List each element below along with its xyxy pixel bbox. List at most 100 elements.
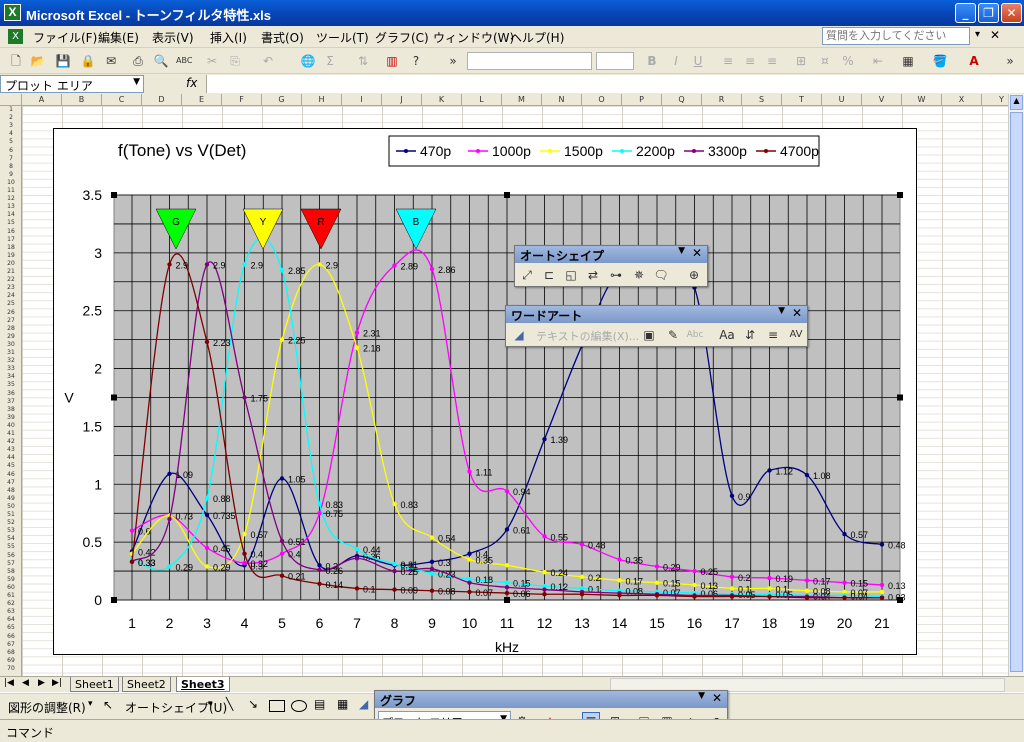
font-select[interactable] bbox=[467, 52, 592, 70]
chevron-down-icon[interactable]: ▾ bbox=[88, 699, 93, 709]
row-header[interactable]: 68 bbox=[0, 649, 22, 657]
row-header[interactable]: 63 bbox=[0, 608, 22, 616]
row-header[interactable]: 65 bbox=[0, 624, 22, 632]
adjust-shapes-menu[interactable]: 図形の調整(R) bbox=[8, 699, 86, 716]
next-sheet-icon[interactable]: ▶ bbox=[38, 678, 45, 688]
edit-text-button[interactable]: テキストの編集(X)... bbox=[536, 328, 639, 344]
row-header[interactable]: 25 bbox=[0, 300, 22, 308]
close-icon[interactable]: ✕ bbox=[692, 246, 702, 260]
column-header-m[interactable]: M bbox=[502, 94, 542, 106]
column-header-j[interactable]: J bbox=[382, 94, 422, 106]
help-search-input[interactable] bbox=[822, 27, 970, 45]
menu-help[interactable]: ヘルプ(H) bbox=[510, 29, 564, 46]
column-header-t[interactable]: T bbox=[782, 94, 822, 106]
row-header[interactable]: 55 bbox=[0, 543, 22, 551]
row-header[interactable]: 47 bbox=[0, 479, 22, 487]
row-header[interactable]: 10 bbox=[0, 179, 22, 187]
close-button[interactable]: ✕ bbox=[1001, 3, 1022, 23]
menu-chart[interactable]: グラフ(C) bbox=[375, 29, 429, 46]
fill-color-icon[interactable]: 🪣 bbox=[932, 53, 948, 69]
scroll-up-icon[interactable]: ▲ bbox=[1010, 95, 1023, 110]
doc-close-icon[interactable]: ✕ bbox=[990, 28, 1000, 42]
row-header[interactable]: 49 bbox=[0, 495, 22, 503]
spelling-icon[interactable]: ABC bbox=[176, 53, 192, 69]
row-header[interactable]: 37 bbox=[0, 398, 22, 406]
first-sheet-icon[interactable]: |◀ bbox=[4, 678, 14, 688]
row-header[interactable]: 64 bbox=[0, 616, 22, 624]
insert-diagram-icon[interactable]: ▦ bbox=[337, 697, 348, 711]
row-header[interactable]: 30 bbox=[0, 341, 22, 349]
column-header-u[interactable]: U bbox=[822, 94, 862, 106]
chevron-down-icon[interactable]: ▾ bbox=[975, 29, 980, 40]
column-header-h[interactable]: H bbox=[302, 94, 342, 106]
column-header-r[interactable]: R bbox=[702, 94, 742, 106]
row-header[interactable]: 23 bbox=[0, 284, 22, 292]
row-header[interactable]: 52 bbox=[0, 519, 22, 527]
row-header[interactable]: 50 bbox=[0, 503, 22, 511]
menu-window[interactable]: ウィンドウ(W) bbox=[433, 29, 514, 46]
row-header[interactable]: 22 bbox=[0, 276, 22, 284]
underline-icon[interactable]: U bbox=[690, 53, 706, 69]
font-color-icon[interactable]: A bbox=[966, 53, 982, 69]
row-header[interactable]: 31 bbox=[0, 349, 22, 357]
row-header[interactable]: 16 bbox=[0, 228, 22, 236]
character-spacing-icon[interactable]: AV bbox=[787, 326, 805, 344]
align-right-icon[interactable]: ≡ bbox=[764, 53, 780, 69]
oval-icon[interactable] bbox=[291, 700, 307, 712]
format-wordart-icon[interactable]: ✎ bbox=[664, 326, 682, 344]
column-header-x[interactable]: X bbox=[942, 94, 982, 106]
row-header[interactable]: 57 bbox=[0, 560, 22, 568]
row-header[interactable]: 33 bbox=[0, 365, 22, 373]
column-header-d[interactable]: D bbox=[142, 94, 182, 106]
column-header-o[interactable]: O bbox=[582, 94, 622, 106]
row-header[interactable]: 28 bbox=[0, 325, 22, 333]
row-header[interactable]: 62 bbox=[0, 600, 22, 608]
row-header[interactable]: 13 bbox=[0, 203, 22, 211]
column-header-g[interactable]: G bbox=[262, 94, 302, 106]
chart-svg[interactable]: 00.511.522.533.51 2 3 4 5 6 7 8 9 10 11 12 13 14 15 16 1… bbox=[54, 129, 918, 656]
sheet-tab-2[interactable]: Sheet2 bbox=[122, 677, 171, 692]
column-header-p[interactable]: P bbox=[622, 94, 662, 106]
row-header[interactable]: 70 bbox=[0, 665, 22, 673]
menu-file[interactable]: ファイル(F) bbox=[33, 29, 97, 46]
row-header[interactable]: 53 bbox=[0, 527, 22, 535]
sort-icon[interactable]: ⇅ bbox=[355, 53, 371, 69]
row-header[interactable]: 34 bbox=[0, 373, 22, 381]
textbox-icon[interactable]: ▤ bbox=[314, 697, 325, 711]
row-header[interactable]: 3 bbox=[0, 122, 22, 130]
permission-icon[interactable]: 🔒 bbox=[80, 53, 96, 69]
autoshape-toolbar-header[interactable]: オートシェイプ ▼ ✕ bbox=[515, 246, 707, 263]
row-header[interactable]: 45 bbox=[0, 462, 22, 470]
wordart-toolbar-header[interactable]: ワードアート ▼ ✕ bbox=[506, 306, 807, 323]
font-size-select[interactable] bbox=[596, 52, 634, 70]
row-header[interactable]: 9 bbox=[0, 171, 22, 179]
column-header-b[interactable]: B bbox=[62, 94, 102, 106]
row-header[interactable]: 2 bbox=[0, 114, 22, 122]
menu-format[interactable]: 書式(O) bbox=[261, 29, 304, 46]
wordart-toolbar[interactable]: ワードアート ▼ ✕ ◢ テキストの編集(X)... ▣ ✎ Abc Aa ⇵ … bbox=[505, 305, 808, 347]
row-header[interactable]: 43 bbox=[0, 446, 22, 454]
column-header-l[interactable]: L bbox=[462, 94, 502, 106]
toolbar-options-icon[interactable]: » bbox=[445, 53, 461, 69]
minimize-button[interactable]: _ bbox=[955, 3, 976, 23]
block-arrows-icon[interactable]: ⇄ bbox=[584, 266, 602, 284]
column-header-i[interactable]: I bbox=[342, 94, 382, 106]
column-header-n[interactable]: N bbox=[542, 94, 582, 106]
row-header[interactable]: 19 bbox=[0, 252, 22, 260]
row-header[interactable]: 21 bbox=[0, 268, 22, 276]
last-sheet-icon[interactable]: ▶| bbox=[52, 678, 62, 688]
same-letter-heights-icon[interactable]: Aa bbox=[718, 326, 736, 344]
row-header[interactable]: 35 bbox=[0, 381, 22, 389]
basic-shapes-icon[interactable]: ◱ bbox=[562, 266, 580, 284]
fx-icon[interactable]: fx bbox=[186, 76, 197, 90]
decrease-indent-icon[interactable]: ⇤ bbox=[870, 53, 886, 69]
vertical-scrollbar[interactable]: ▲ bbox=[1008, 94, 1024, 676]
row-header[interactable]: 17 bbox=[0, 236, 22, 244]
row-header[interactable]: 6 bbox=[0, 147, 22, 155]
row-header[interactable]: 36 bbox=[0, 390, 22, 398]
insert-wordart-icon[interactable]: ◢ bbox=[510, 326, 528, 344]
toolbar-options-icon[interactable]: » bbox=[1002, 53, 1018, 69]
row-header[interactable]: 54 bbox=[0, 535, 22, 543]
column-header-q[interactable]: Q bbox=[662, 94, 702, 106]
row-header[interactable]: 15 bbox=[0, 219, 22, 227]
